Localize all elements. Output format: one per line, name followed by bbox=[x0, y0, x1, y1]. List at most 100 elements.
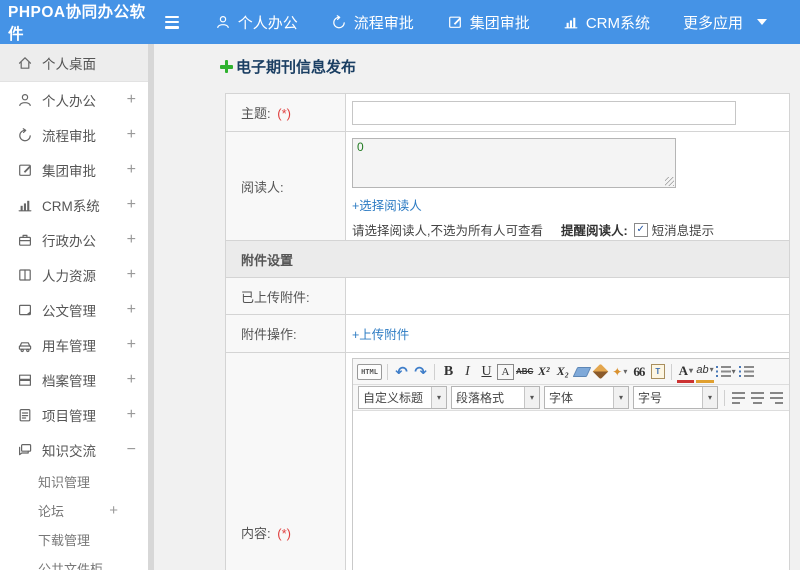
nav-group-approval[interactable]: 集团审批 bbox=[447, 12, 530, 33]
paragraph-format-select[interactable]: 段落格式 ▾ bbox=[451, 386, 540, 409]
sidebar-item-document-mgmt[interactable]: 公文管理 + bbox=[0, 292, 148, 327]
dropdown-caret-icon: ▾ bbox=[709, 365, 714, 374]
eraser-icon bbox=[572, 366, 592, 377]
italic-button[interactable]: I bbox=[459, 362, 476, 382]
dropdown-caret-icon: ▾ bbox=[613, 387, 628, 408]
brush-icon[interactable] bbox=[592, 362, 609, 382]
font-family-select[interactable]: 字体 ▾ bbox=[544, 386, 629, 409]
ordered-list-icon bbox=[715, 366, 731, 377]
eraser-icon[interactable] bbox=[572, 362, 592, 382]
sidebar-subitem-public-file-cabinet[interactable]: 公共文件柜 bbox=[0, 554, 148, 570]
remind-readers-label: 提醒阅读人: bbox=[560, 224, 628, 238]
align-justify-icon[interactable] bbox=[787, 388, 790, 408]
home-icon bbox=[17, 55, 33, 71]
bold-button[interactable]: B bbox=[440, 362, 457, 382]
toolbar-separator bbox=[724, 389, 725, 406]
nav-label: 流程审批 bbox=[353, 14, 414, 32]
sidebar-subitem-download-mgmt[interactable]: 下载管理 bbox=[0, 525, 148, 554]
caret-down-icon bbox=[757, 19, 767, 25]
subject-label-cell: 主题: (*) bbox=[225, 93, 346, 132]
sidebar-subitem-forum[interactable]: 论坛 + bbox=[0, 496, 148, 525]
font-style-button[interactable]: A bbox=[497, 363, 514, 380]
sidebar-item-admin-office[interactable]: 行政办公 + bbox=[0, 222, 148, 257]
unordered-list-icon[interactable] bbox=[738, 362, 755, 382]
blockquote-button[interactable]: 66 bbox=[630, 362, 647, 382]
uploaded-attachments-label: 已上传附件: bbox=[241, 289, 310, 305]
uploaded-attachments-value bbox=[345, 277, 790, 315]
align-justify-icon bbox=[789, 392, 790, 404]
sidebar-item-hr[interactable]: 人力资源 + bbox=[0, 257, 148, 292]
attachment-section-header: 附件设置 bbox=[225, 240, 790, 278]
sidebar-item-crm-system[interactable]: CRM系统 + bbox=[0, 187, 148, 222]
align-center-icon bbox=[751, 391, 764, 404]
sidebar-item-workflow-approval[interactable]: 流程审批 + bbox=[0, 117, 148, 152]
highlight-button[interactable]: ab ▾ bbox=[696, 360, 714, 383]
sidebar-item-desktop[interactable]: 个人桌面 bbox=[0, 44, 148, 82]
font-size-select[interactable]: 字号 ▾ bbox=[633, 386, 718, 409]
custom-heading-select-value: 自定义标题 bbox=[363, 391, 424, 405]
nav-more-apps[interactable]: 更多应用 bbox=[683, 12, 767, 33]
undo-icon[interactable]: ↶ bbox=[393, 362, 410, 382]
expand-toggle-icon: + bbox=[126, 405, 136, 423]
nav-label: 个人办公 bbox=[237, 14, 298, 32]
nav-workflow-approval[interactable]: 流程审批 bbox=[331, 12, 414, 33]
nav-label: 更多应用 bbox=[682, 14, 743, 32]
sidebar-item-archive-mgmt[interactable]: 档案管理 + bbox=[0, 362, 148, 397]
chart-icon bbox=[17, 197, 33, 213]
custom-heading-select[interactable]: 自定义标题 ▾ bbox=[358, 386, 447, 409]
dropdown-caret-icon: ▾ bbox=[702, 387, 717, 408]
strikethrough-button[interactable]: ABC bbox=[516, 362, 533, 382]
nav-personal-office[interactable]: 个人办公 bbox=[215, 12, 298, 33]
font-color-button[interactable]: A ▾ bbox=[677, 360, 695, 383]
html-source-button[interactable]: HTML bbox=[357, 363, 382, 380]
nav-crm-system[interactable]: CRM系统 bbox=[563, 12, 650, 33]
underline-button[interactable]: U bbox=[478, 362, 495, 382]
subject-required-mark: (*) bbox=[277, 106, 291, 121]
briefcase-icon bbox=[17, 232, 33, 248]
subject-input[interactable] bbox=[352, 100, 736, 125]
top-nav: 个人办公 流程审批 集团审批 CRM系统 更多应用 bbox=[215, 12, 800, 33]
sidebar-item-group-approval[interactable]: 集团审批 + bbox=[0, 152, 148, 187]
app-logo[interactable]: PHPOA协同办公软件 bbox=[8, 0, 147, 44]
editor-content-area[interactable] bbox=[353, 411, 789, 570]
paragraph-format-select-value: 段落格式 bbox=[456, 391, 505, 405]
resize-handle-icon[interactable] bbox=[665, 177, 674, 186]
sms-label: 短消息提示 bbox=[651, 224, 715, 238]
ordered-list-icon[interactable]: ▾ bbox=[715, 362, 736, 382]
paste-icon[interactable]: T bbox=[649, 362, 666, 382]
readers-textarea[interactable]: 0 bbox=[352, 138, 676, 188]
sms-checkbox[interactable] bbox=[633, 222, 648, 237]
sidebar-item-project-mgmt[interactable]: 项目管理 + bbox=[0, 397, 148, 432]
expand-toggle-icon: + bbox=[109, 502, 118, 519]
sidebar-item-personal-office[interactable]: 个人办公 + bbox=[0, 82, 148, 117]
subscript-button[interactable]: X₂ bbox=[554, 362, 571, 382]
edit-icon bbox=[447, 14, 463, 30]
upload-attachment-link[interactable]: +上传附件 bbox=[352, 324, 409, 343]
select-readers-link[interactable]: +选择阅读人 bbox=[352, 195, 422, 214]
dropdown-caret-icon: ▾ bbox=[623, 367, 628, 376]
sidebar-item-knowledge-exchange[interactable]: 知识交流 − bbox=[0, 432, 148, 467]
clipboard-icon bbox=[17, 407, 33, 423]
unordered-list-icon bbox=[738, 366, 754, 377]
readers-label-cell: 阅读人: bbox=[225, 131, 346, 241]
sidebar-item-vehicle-mgmt[interactable]: 用车管理 + bbox=[0, 327, 148, 362]
superscript-button[interactable]: X² bbox=[535, 362, 552, 382]
menu-icon[interactable] bbox=[164, 15, 179, 29]
history-icon bbox=[331, 14, 347, 30]
redo-icon[interactable]: ↷ bbox=[412, 362, 429, 382]
edit-icon bbox=[17, 162, 33, 178]
align-right-icon[interactable] bbox=[768, 388, 785, 408]
sidebar-subitem-knowledge-mgmt[interactable]: 知识管理 bbox=[0, 467, 148, 496]
attachment-op-label: 附件操作: bbox=[241, 327, 297, 342]
align-center-icon[interactable] bbox=[749, 388, 766, 408]
dropdown-caret-icon: ▾ bbox=[524, 387, 539, 408]
readers-label: 阅读人: bbox=[241, 179, 284, 195]
align-right-icon bbox=[770, 391, 783, 404]
font-size-select-value: 字号 bbox=[638, 391, 663, 405]
dropdown-caret-icon: ▾ bbox=[689, 365, 694, 375]
autoformat-button[interactable]: ✦ ▾ bbox=[611, 362, 628, 382]
editor-toolbar-row2: 自定义标题 ▾ 段落格式 ▾ 字体 ▾ 字号 ▾ bbox=[353, 385, 790, 411]
align-left-icon[interactable] bbox=[730, 388, 747, 408]
editor-toolbar-row1: HTML ↶ ↷ B I U A ABC X² X₂ ✦ ▾ 66 T A ▾ ab ▾ ▾ bbox=[353, 359, 789, 385]
add-icon bbox=[220, 60, 233, 73]
